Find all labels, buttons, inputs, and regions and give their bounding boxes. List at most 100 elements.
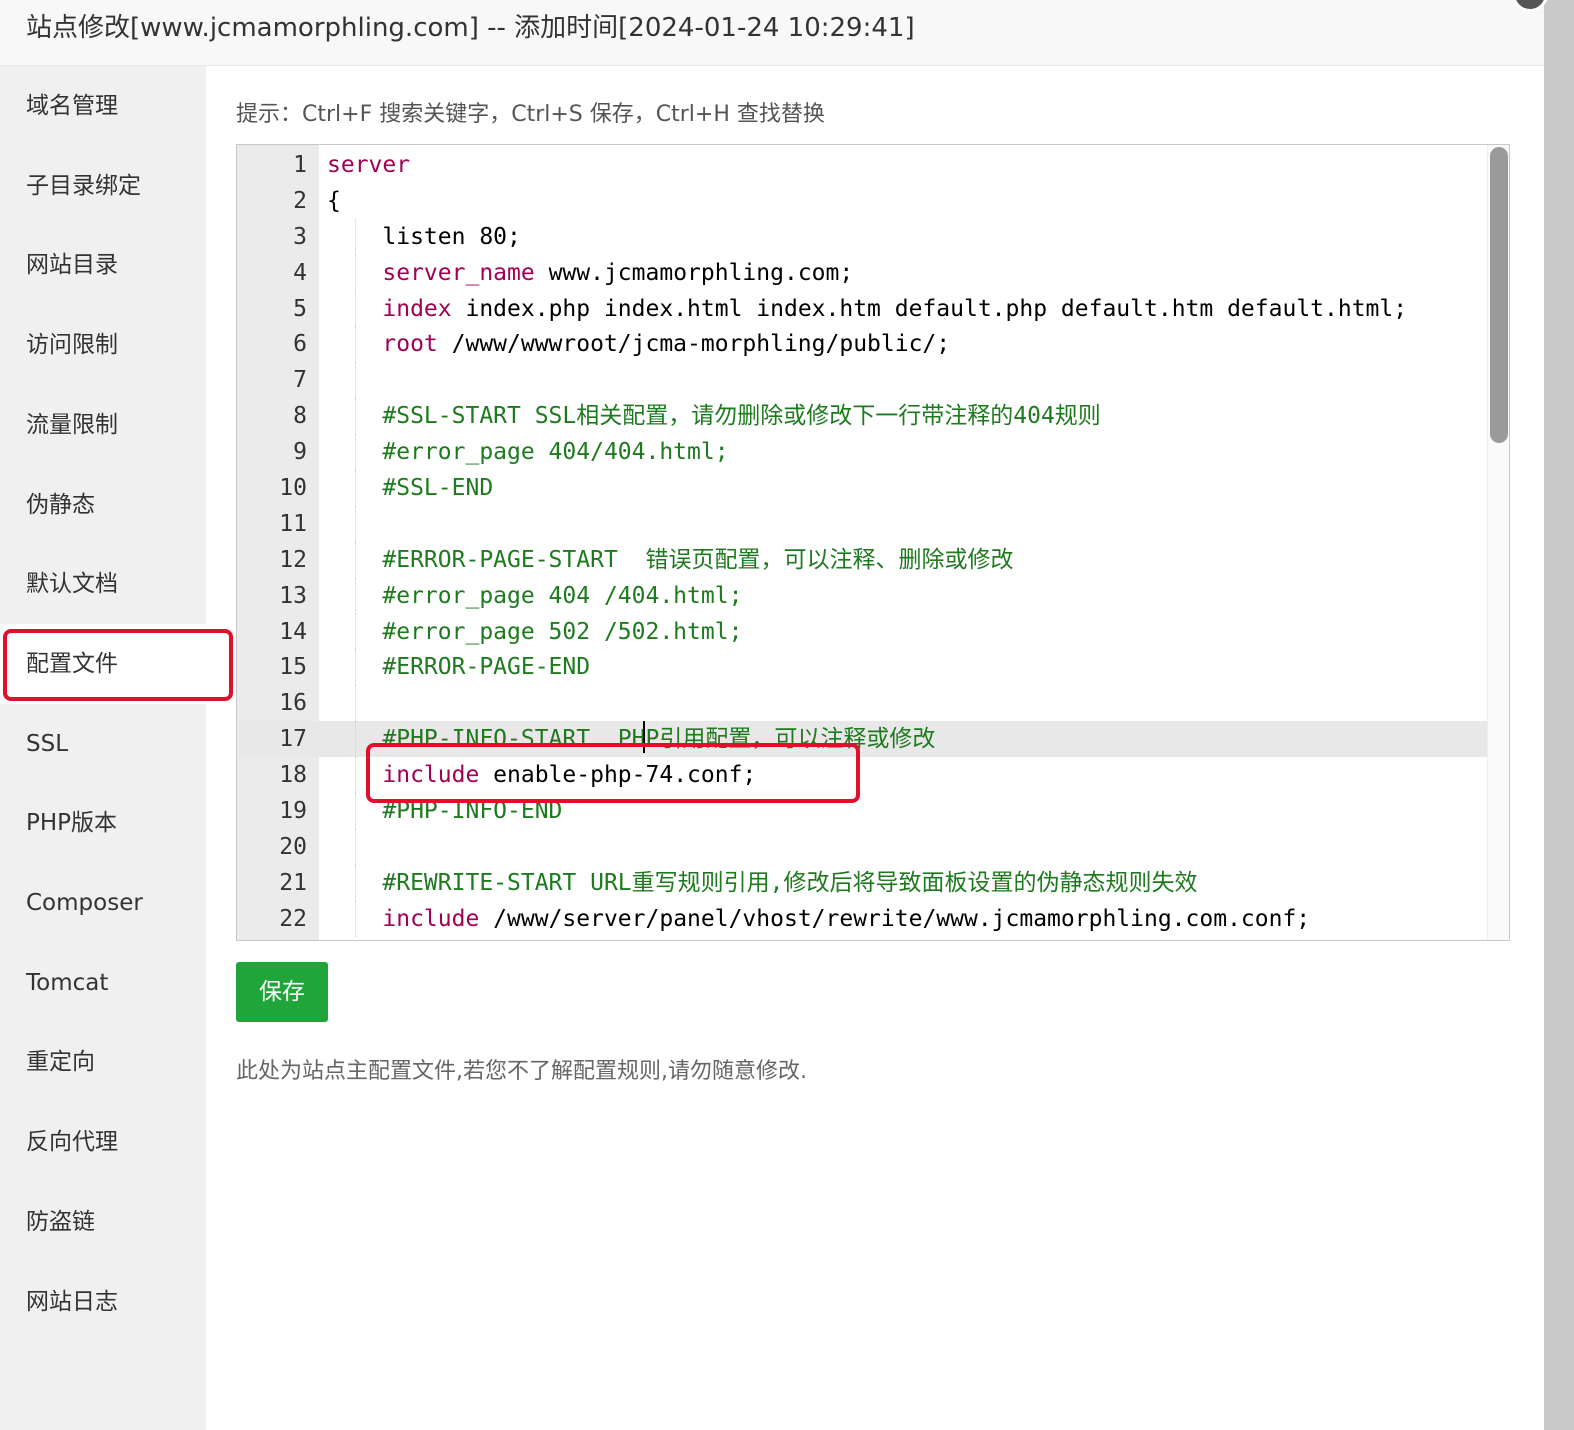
code-token: root: [382, 331, 438, 358]
indent-guide: [355, 505, 356, 542]
line-number: 5: [293, 295, 307, 322]
line-text: include /www/server/panel/vhost/rewrite/…: [327, 901, 1310, 937]
sidebar-item[interactable]: 访问限制: [0, 305, 206, 385]
line-number: 6: [293, 331, 307, 358]
code-editor[interactable]: 1 server 2{3 listen 80; 4 server_name www.j…: [236, 144, 1510, 941]
code-token: /www/wwwroot/jcma-morphling/public/;: [437, 331, 951, 358]
line-text: server_name www.jcmamorphling.com;: [327, 255, 853, 291]
code-token: {: [327, 187, 341, 214]
line-text: #REWRITE-START URL重写规则引用,修改后将导致面板设置的伪静态规…: [327, 865, 1198, 901]
code-token: #SSL-END: [327, 475, 494, 502]
sidebar-item[interactable]: 防盗链: [0, 1182, 206, 1262]
indent-guide: [355, 685, 356, 722]
dialog-title: 站点修改[www.jcmamorphling.com] -- 添加时间[2024…: [26, 13, 915, 43]
code-line[interactable]: 21 #REWRITE-START URL重写规则引用,修改后将导致面板设置的伪…: [237, 864, 1487, 901]
line-text: include enable-php-74.conf;: [327, 757, 756, 793]
sidebar-item[interactable]: PHP版本: [0, 783, 206, 863]
line-text: listen 80;: [327, 219, 521, 255]
code-token: #ERROR-PAGE-END: [327, 654, 591, 681]
sidebar-item[interactable]: 配置文件: [0, 623, 206, 704]
sidebar-item[interactable]: Tomcat: [0, 943, 206, 1023]
sidebar-item[interactable]: 反向代理: [0, 1102, 206, 1182]
code-line[interactable]: 13 #error_page 404 /404.html;: [237, 577, 1487, 614]
code-line[interactable]: 5 index index.php index.html index.htm d…: [237, 290, 1487, 327]
code-line[interactable]: 16: [237, 685, 1487, 722]
config-warning-note: 此处为站点主配置文件,若您不了解配置规则,请勿随意修改.: [236, 1059, 807, 1084]
sidebar-item[interactable]: 重定向: [0, 1022, 206, 1102]
sidebar-item[interactable]: SSL: [0, 704, 206, 784]
line-number: 1: [293, 152, 307, 178]
code-token: #error_page 404/404.html;: [327, 439, 729, 466]
dialog-titlebar: 站点修改[www.jcmamorphling.com] -- 添加时间[2024…: [0, 0, 1544, 66]
line-text: root /www/wwwroot/jcma-morphling/public/…: [327, 326, 950, 362]
code-line[interactable]: 10 #SSL-END: [237, 470, 1487, 506]
line-text: #ERROR-PAGE-START 错误页配置，可以注释、删除或修改: [327, 542, 1014, 578]
code-token: #error_page 404 /404.html;: [327, 582, 743, 609]
code-token: include: [382, 905, 480, 932]
indent-guide: [355, 362, 356, 399]
editor-scrollbar-thumb[interactable]: [1490, 147, 1508, 443]
code-line[interactable]: 11: [237, 505, 1487, 542]
line-text: {: [327, 183, 341, 219]
code-line[interactable]: 9 #error_page 404/404.html;: [237, 434, 1487, 471]
sidebar-item[interactable]: 默认文档: [0, 544, 206, 624]
code-line[interactable]: 1 server: [237, 147, 1487, 183]
line-text: index index.php index.html index.htm def…: [327, 291, 1407, 327]
code-line[interactable]: 2{: [237, 183, 1487, 219]
sidebar-item[interactable]: 伪静态: [0, 465, 206, 545]
sidebar-item[interactable]: Composer: [0, 863, 206, 943]
indent-guide: [355, 828, 356, 865]
line-number: 19: [279, 798, 307, 825]
line-number: 22: [279, 905, 307, 932]
line-text: #PHP-INFO-START PHP引用配置，可以注释或修改: [327, 721, 935, 757]
code-line[interactable]: 17 #PHP-INFO-START PHP引用配置，可以注释或修改: [237, 721, 1487, 758]
code-line[interactable]: 15 #ERROR-PAGE-END: [237, 649, 1487, 686]
sidebar-item[interactable]: 网站日志: [0, 1262, 206, 1342]
line-text: server: [327, 147, 410, 183]
code-line[interactable]: 3 listen 80;: [237, 218, 1487, 255]
line-number: 20: [279, 833, 307, 860]
text-cursor: [643, 721, 645, 753]
sidebar-item[interactable]: 域名管理: [0, 66, 206, 146]
code-token: #REWRITE-START URL重写规则引用,修改后将导致面板设置的伪静态规…: [327, 869, 1198, 896]
code-token: index.php index.html index.htm default.p…: [451, 295, 1408, 322]
code-token: #SSL-START SSL相关配置，请勿删除或修改下一行带注释的404规则: [327, 403, 1101, 430]
sidebar-item[interactable]: 子目录绑定: [0, 146, 206, 226]
editor-hint: 提示：Ctrl+F 搜索关键字，Ctrl+S 保存，Ctrl+H 查找替换: [236, 102, 825, 127]
code-token: include: [382, 762, 480, 789]
line-number: 3: [293, 223, 307, 250]
code-line[interactable]: 19 #PHP-INFO-END: [237, 793, 1487, 829]
code-line[interactable]: 18 include enable-php-74.conf;: [237, 757, 1487, 794]
line-text: #error_page 404/404.html;: [327, 434, 729, 470]
code-token: #ERROR-PAGE-START 错误页配置，可以注释、删除或修改: [327, 546, 1014, 573]
sidebar-item[interactable]: 网站目录: [0, 225, 206, 305]
code-token: /www/server/panel/vhost/rewrite/www.jcma…: [479, 905, 1311, 932]
line-number: 17: [279, 726, 307, 753]
code-token: index: [382, 295, 452, 322]
code-line[interactable]: 7: [237, 362, 1487, 399]
code-line[interactable]: 14 #error_page 502 /502.html;: [237, 613, 1487, 650]
line-number: 13: [279, 582, 307, 609]
code-line[interactable]: 12 #ERROR-PAGE-START 错误页配置，可以注释、删除或修改: [237, 541, 1487, 578]
code-token: enable-php-74.conf;: [479, 762, 757, 789]
line-number: 12: [279, 546, 307, 573]
code-line[interactable]: 22 include /www/server/panel/vhost/rewri…: [237, 900, 1487, 937]
line-number: 21: [279, 869, 307, 896]
line-number: 10: [279, 475, 307, 502]
save-button[interactable]: 保存: [236, 962, 328, 1022]
line-number: 4: [293, 259, 307, 286]
line-text: #PHP-INFO-END: [327, 793, 562, 829]
code-line[interactable]: 6 root /www/wwwroot/jcma-morphling/publi…: [237, 326, 1487, 363]
code-line[interactable]: 20: [237, 828, 1487, 865]
code-token: www.jcmamorphling.com;: [534, 259, 854, 286]
code-token: #error_page 502 /502.html;: [327, 618, 743, 645]
code-line[interactable]: 4 server_name www.jcmamorphling.com;: [237, 254, 1487, 291]
sidebar-item[interactable]: 流量限制: [0, 385, 206, 465]
code-line[interactable]: 8 #SSL-START SSL相关配置，请勿删除或修改下一行带注释的404规则: [237, 398, 1487, 435]
code-lines[interactable]: 1 server 2{3 listen 80; 4 server_name www.j…: [237, 147, 1487, 937]
line-number: 9: [293, 439, 307, 466]
line-text: #error_page 502 /502.html;: [327, 614, 742, 650]
